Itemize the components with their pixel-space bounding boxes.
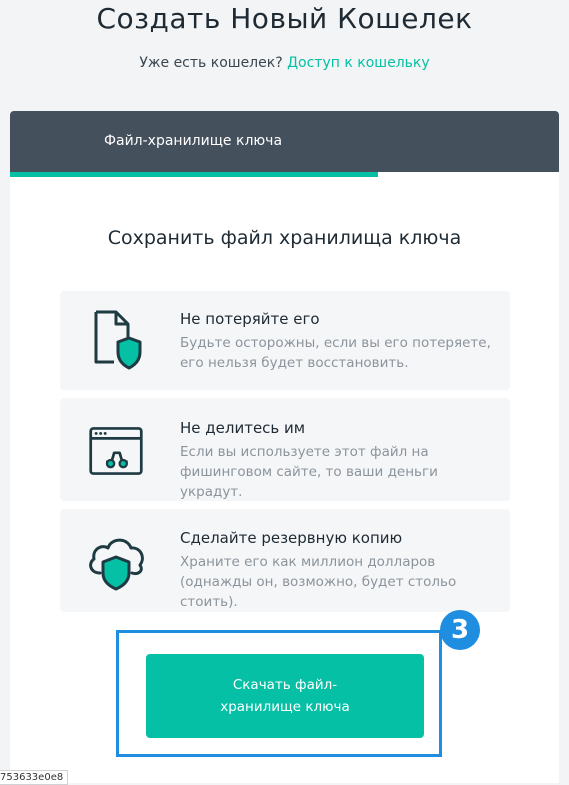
access-wallet-link[interactable]: Доступ к кошельку <box>287 55 430 71</box>
tip-dont-lose: Не потеряйте его Будьте осторожны, если … <box>60 291 510 390</box>
download-keystore-button[interactable]: Скачать файл-хранилище ключа <box>146 654 424 738</box>
tip-text: Будьте осторожны, если вы его потеряете,… <box>180 335 491 371</box>
tab-progress-track <box>10 172 559 178</box>
tip-text: Если вы используете этот файл на фишинго… <box>180 444 438 500</box>
tab-keystore[interactable]: Файл-хранилище ключа <box>10 111 376 172</box>
tab-progress-fill <box>10 172 378 177</box>
section-heading: Сохранить файл хранилища ключа <box>107 227 462 249</box>
tip-title: Не потеряйте его <box>180 310 320 328</box>
cloud-shield-icon <box>89 538 144 591</box>
page-title: Создать Новый Кошелек <box>96 2 473 35</box>
tab-bar: Файл-хранилище ключа <box>10 111 559 172</box>
step-badge: 3 <box>440 610 480 650</box>
tip-text: Храните его как миллион долларов (однажд… <box>180 554 457 610</box>
subtitle: Уже есть кошелек? Доступ к кошельку <box>0 55 569 71</box>
tip-title: Не делитесь им <box>180 419 306 437</box>
download-button-label: Скачать файл-хранилище ключа <box>220 677 350 715</box>
tip-title: Сделайте резервную копию <box>180 529 403 547</box>
file-shield-icon <box>94 310 142 370</box>
subtitle-prefix: Уже есть кошелек? <box>139 55 283 71</box>
tip-backup: Сделайте резервную копию Храните его как… <box>60 509 510 612</box>
phishing-browser-icon <box>89 427 143 475</box>
tip-dont-share: Не делитесь им Если вы используете этот … <box>60 398 510 501</box>
